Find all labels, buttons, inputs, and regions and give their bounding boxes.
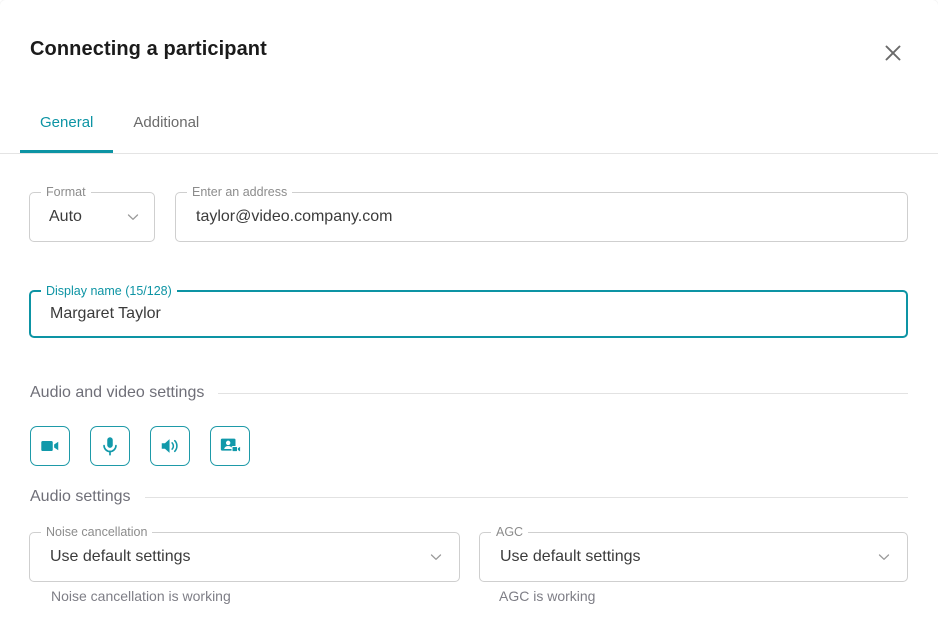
format-value: Auto (49, 208, 82, 225)
address-label: Enter an address (187, 185, 293, 199)
agc-helper-text: AGC is working (499, 588, 596, 604)
section-audio-video-title: Audio and video settings (30, 384, 205, 401)
microphone-button[interactable] (90, 426, 130, 466)
section-divider-line (218, 392, 908, 394)
address-input[interactable]: Enter an address taylor@video.company.co… (175, 185, 908, 242)
tab-additional-label: Additional (133, 114, 200, 131)
format-label: Format (41, 185, 91, 199)
format-select[interactable]: Format Auto (29, 185, 155, 242)
tab-general[interactable]: General (20, 92, 114, 153)
section-audio-settings: Audio settings (30, 488, 908, 506)
tab-additional[interactable]: Additional (113, 92, 219, 153)
section-audio-title: Audio settings (30, 488, 131, 505)
section-divider-line (144, 496, 908, 498)
chevron-down-icon (126, 210, 140, 224)
speaker-icon (159, 435, 181, 457)
tab-general-label: General (40, 114, 94, 131)
address-value: taylor@video.company.com (196, 208, 393, 225)
noise-cancellation-helper-text: Noise cancellation is working (51, 588, 231, 604)
presentation-button[interactable] (210, 426, 250, 466)
agc-value: Use default settings (500, 548, 641, 565)
close-icon (882, 42, 904, 64)
dialog-tabs: General Additional (0, 92, 938, 154)
display-name-input[interactable]: Display name (15/128) Margaret Taylor (29, 284, 908, 338)
noise-cancellation-label: Noise cancellation (41, 525, 153, 539)
page-title: Connecting a participant (30, 38, 267, 60)
media-button-row (30, 426, 250, 466)
video-camera-icon (39, 435, 61, 457)
display-name-label: Display name (15/128) (41, 284, 177, 298)
section-audio-video-settings: Audio and video settings (30, 384, 908, 402)
dialog-header: Connecting a participant (0, 0, 938, 92)
microphone-icon (99, 435, 121, 457)
noise-cancellation-value: Use default settings (50, 548, 191, 565)
noise-cancellation-select[interactable]: Noise cancellation Use default settings (29, 525, 460, 582)
connecting-participant-dialog: Connecting a participant General Additio… (0, 0, 938, 629)
chevron-down-icon (429, 550, 443, 564)
display-name-value: Margaret Taylor (50, 305, 161, 322)
close-button[interactable] (878, 38, 908, 68)
camera-button[interactable] (30, 426, 70, 466)
presentation-icon (219, 435, 241, 457)
speaker-button[interactable] (150, 426, 190, 466)
chevron-down-icon (877, 550, 891, 564)
agc-select[interactable]: AGC Use default settings (479, 525, 908, 582)
agc-label: AGC (491, 525, 529, 539)
